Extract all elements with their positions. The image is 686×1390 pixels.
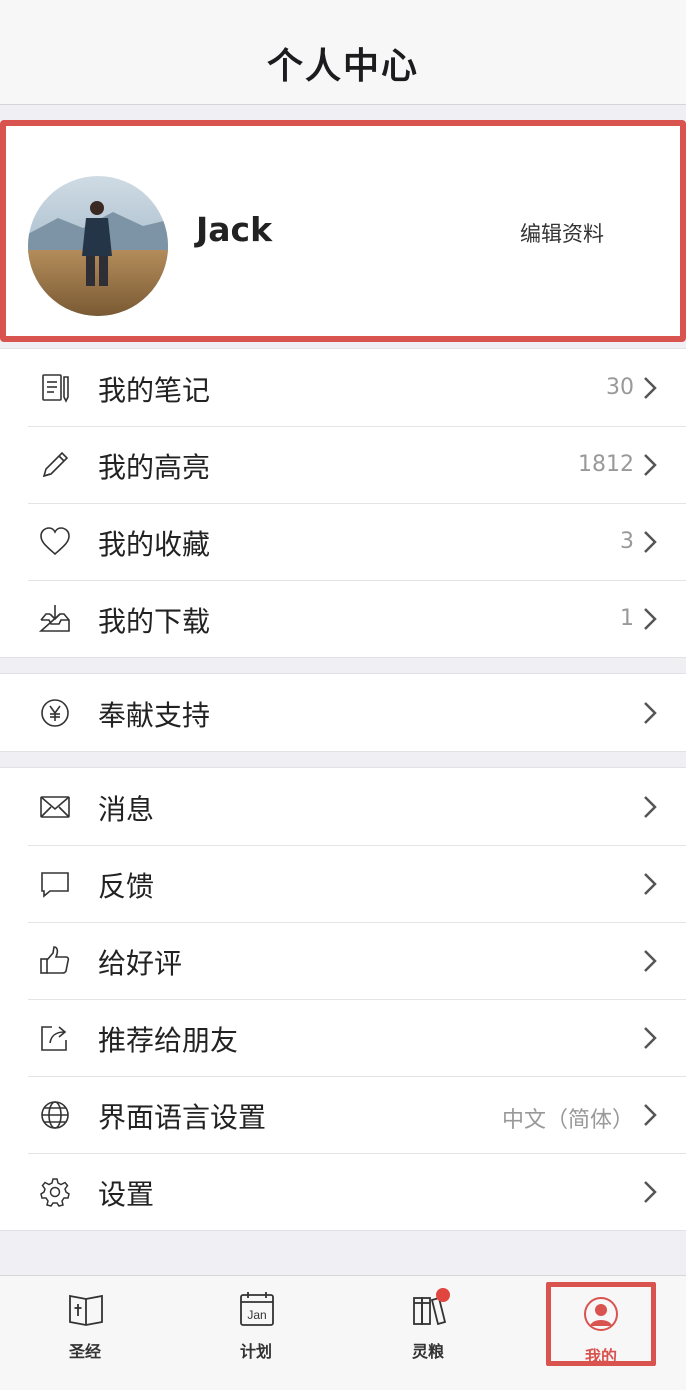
download-icon bbox=[38, 602, 72, 636]
row-settings[interactable]: 设置 bbox=[0, 1153, 686, 1230]
row-label: 推荐给朋友 bbox=[98, 1024, 239, 1057]
calendar-icon: Jan bbox=[240, 1292, 274, 1326]
tab-label: 我的 bbox=[584, 1347, 617, 1366]
globe-icon bbox=[38, 1098, 72, 1132]
calendar-icon-text: Jan bbox=[247, 1308, 266, 1322]
favorites-count: 3 bbox=[620, 529, 634, 554]
downloads-count: 1 bbox=[620, 606, 634, 631]
chat-bubble-icon bbox=[38, 867, 72, 901]
misc-group: 消息 反馈 给好评 推荐给朋友 界面语言设置 中文（简体） 设置 bbox=[0, 767, 686, 1231]
tab-label: 计划 bbox=[239, 1342, 272, 1361]
row-label: 界面语言设置 bbox=[98, 1101, 267, 1134]
language-value: 中文（简体） bbox=[501, 1108, 634, 1133]
share-icon bbox=[38, 1021, 72, 1055]
row-label: 我的笔记 bbox=[98, 374, 211, 407]
tab-label: 灵粮 bbox=[411, 1342, 444, 1361]
donation-group: 奉献支持 bbox=[0, 673, 686, 752]
bible-icon bbox=[69, 1294, 103, 1326]
row-feedback[interactable]: 反馈 bbox=[0, 845, 686, 922]
notification-badge bbox=[436, 1288, 450, 1302]
row-label: 我的高亮 bbox=[98, 451, 211, 484]
tab-mine[interactable]: 我的 bbox=[546, 1282, 656, 1366]
row-my-highlights[interactable]: 我的高亮 1812 bbox=[0, 426, 686, 503]
row-recommend[interactable]: 推荐给朋友 bbox=[0, 999, 686, 1076]
row-donate[interactable]: 奉献支持 bbox=[0, 674, 686, 751]
row-label: 我的下载 bbox=[98, 605, 211, 638]
tab-devotion[interactable]: 灵粮 bbox=[372, 1276, 484, 1376]
edit-profile-button[interactable]: 编辑资料 bbox=[520, 218, 604, 248]
gear-icon bbox=[38, 1175, 72, 1209]
pencil-icon bbox=[38, 448, 72, 482]
chevron-right-icon bbox=[644, 1104, 657, 1126]
tab-label: 圣经 bbox=[68, 1342, 101, 1361]
chevron-right-icon bbox=[644, 702, 657, 724]
tab-bible[interactable]: 圣经 bbox=[29, 1276, 141, 1376]
thumbs-up-icon bbox=[38, 944, 72, 978]
row-rate-app[interactable]: 给好评 bbox=[0, 922, 686, 999]
user-name: Jack bbox=[196, 210, 273, 249]
my-content-group: 我的笔记 30 我的高亮 1812 我的收藏 3 我的下载 1 bbox=[0, 348, 686, 658]
tab-bar: 圣经 Jan 计划 灵粮 我的 bbox=[0, 1275, 686, 1390]
chevron-right-icon bbox=[644, 1181, 657, 1203]
row-label: 消息 bbox=[98, 793, 155, 826]
page-title: 个人中心 bbox=[266, 46, 419, 87]
row-label: 给好评 bbox=[98, 947, 183, 980]
row-my-notes[interactable]: 我的笔记 30 bbox=[0, 349, 686, 426]
chevron-right-icon bbox=[644, 531, 657, 553]
row-my-favorites[interactable]: 我的收藏 3 bbox=[0, 503, 686, 580]
chevron-right-icon bbox=[644, 796, 657, 818]
heart-icon bbox=[38, 525, 72, 559]
chevron-right-icon bbox=[644, 377, 657, 399]
chevron-right-icon bbox=[644, 873, 657, 895]
notes-icon bbox=[38, 371, 72, 405]
row-my-downloads[interactable]: 我的下载 1 bbox=[0, 580, 686, 657]
profile-card[interactable]: Jack 编辑资料 bbox=[0, 120, 686, 342]
yen-icon bbox=[38, 696, 72, 730]
row-language[interactable]: 界面语言设置 中文（简体） bbox=[0, 1076, 686, 1153]
tab-plan[interactable]: Jan 计划 bbox=[200, 1276, 312, 1376]
row-label: 奉献支持 bbox=[98, 699, 211, 732]
row-label: 反馈 bbox=[98, 870, 155, 903]
navigation-bar: 个人中心 bbox=[0, 0, 686, 105]
row-messages[interactable]: 消息 bbox=[0, 768, 686, 845]
chevron-right-icon bbox=[644, 454, 657, 476]
chevron-right-icon bbox=[644, 1027, 657, 1049]
user-icon bbox=[584, 1297, 618, 1331]
avatar[interactable] bbox=[28, 176, 168, 316]
row-label: 设置 bbox=[98, 1178, 155, 1211]
mail-icon bbox=[38, 790, 72, 824]
chevron-right-icon bbox=[644, 608, 657, 630]
row-label: 我的收藏 bbox=[98, 528, 211, 561]
notes-count: 30 bbox=[606, 375, 634, 400]
chevron-right-icon bbox=[644, 950, 657, 972]
highlights-count: 1812 bbox=[578, 452, 634, 477]
